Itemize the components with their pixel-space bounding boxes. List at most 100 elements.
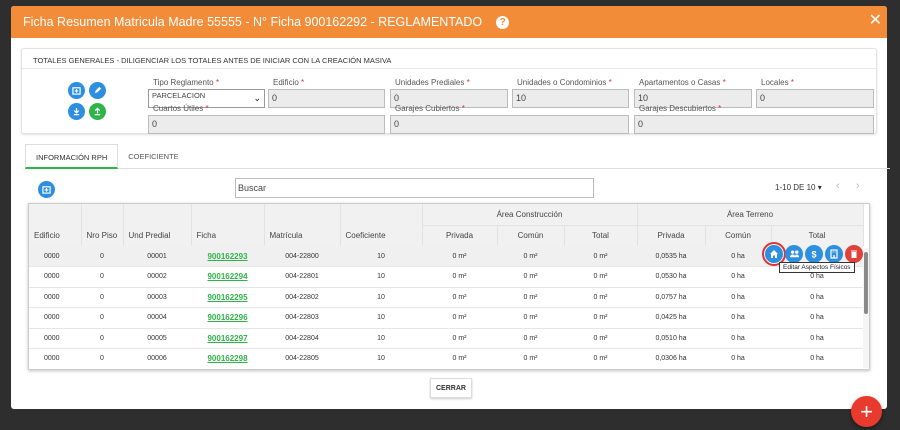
table-cell: 004-22800 [264, 246, 340, 267]
table-cell: 0 m² [422, 307, 497, 329]
table-cell: 0 m² [564, 348, 638, 369]
column-header[interactable]: Total [564, 225, 638, 246]
help-icon[interactable]: ? [496, 15, 510, 29]
table-cell: 0 m² [422, 328, 497, 349]
cuartos-utiles-input[interactable]: 0 [148, 115, 385, 134]
table-cell: 0000 [29, 348, 81, 369]
column-header[interactable]: Privada [637, 225, 706, 246]
ficha-link[interactable]: 900162294 [207, 272, 247, 281]
row-actions: $ [762, 242, 863, 266]
table-cell: 10 [340, 246, 422, 267]
garajes-descubiertos-input[interactable]: 0 [634, 115, 874, 134]
ficha-link[interactable]: 900162293 [207, 252, 247, 261]
building-icon[interactable] [825, 245, 843, 263]
table-cell: 0 ha [705, 246, 772, 267]
table-cell: 00001 [123, 246, 191, 267]
field-label: Locales [761, 78, 789, 87]
totals-card: TOTALES GENERALES - DILIGENCIAR LOS TOTA… [21, 48, 877, 134]
tab-coeficiente[interactable]: COEFICIENTE [118, 144, 188, 169]
column-header[interactable]: Edificio [29, 225, 82, 246]
required-mark: * [466, 78, 470, 87]
table-cell: 0000 [29, 328, 81, 349]
garajes-cubiertos-input[interactable]: 0 [390, 115, 629, 134]
ficha-link[interactable]: 900162296 [207, 313, 247, 322]
table-row[interactable]: 0000 0 00006 900162298 004-22805 10 0 m² 0 m² 0 … [29, 348, 864, 369]
table-cell: 0 m² [422, 266, 497, 288]
garajes-descubiertos-field: Garajes Descubiertos * 0 [634, 104, 874, 134]
download-icon[interactable] [68, 103, 85, 120]
table-row[interactable]: 0000 0 00005 900162297 004-22804 10 0 m² 0 m² 0 … [29, 328, 864, 349]
table-row[interactable]: 0000 0 00001 900162293 004-22800 10 0 m² 0 m² 0 … [29, 246, 864, 267]
edit-icon[interactable] [89, 82, 106, 99]
ficha-link[interactable]: 900162295 [207, 293, 247, 302]
table-cell: 0 ha [771, 328, 864, 349]
table-cell: 004-22803 [264, 307, 340, 329]
column-header[interactable]: Total [771, 225, 864, 246]
table-cell: 0 ha [771, 287, 864, 308]
dollar-icon[interactable]: $ [805, 245, 823, 263]
required-mark: * [301, 78, 305, 87]
table-cell: 0 m² [564, 266, 638, 288]
table-cell: 00002 [123, 266, 191, 288]
column-header[interactable]: Ficha [191, 225, 265, 246]
required-mark: * [790, 78, 794, 87]
home-icon[interactable] [762, 242, 786, 266]
select-value: PARCELACION [152, 91, 206, 100]
table-row[interactable]: 0000 0 00003 900162295 004-22802 10 0 m² 0 m² 0 … [29, 287, 864, 308]
table-cell: 004-22804 [264, 328, 340, 349]
column-header[interactable]: Und Predial [123, 225, 192, 246]
table-cell: 0,0510 ha [637, 328, 706, 349]
people-icon[interactable] [785, 245, 803, 263]
table-cell: 0 m² [564, 307, 638, 329]
ficha-link[interactable]: 900162298 [207, 354, 247, 363]
column-header[interactable]: Común [497, 225, 565, 246]
totals-heading: TOTALES GENERALES - DILIGENCIAR LOS TOTA… [22, 49, 876, 69]
table-cell: 10 [340, 266, 422, 288]
column-header[interactable]: Privada [422, 225, 498, 246]
table-cell: 900162295 [191, 287, 264, 308]
column-header[interactable]: Común [705, 225, 772, 246]
table-cell: 10 [340, 307, 422, 329]
action-tooltip: Editar Aspectos Físicos [779, 262, 855, 273]
add-icon[interactable] [68, 82, 85, 99]
next-page-icon[interactable]: › [856, 180, 860, 192]
tab-informacion-rph[interactable]: INFORMACIÓN RPH [25, 144, 119, 169]
table-cell: 0 m² [422, 348, 497, 369]
table-row[interactable]: 0000 0 00004 900162296 004-22803 10 0 m² 0 m² 0 … [29, 307, 864, 329]
field-label: Edificio [273, 78, 299, 87]
add-fab-button[interactable]: + [851, 396, 882, 427]
table-cell: 0 ha [705, 328, 772, 349]
table-cell: 0,0306 ha [637, 348, 706, 369]
trash-icon[interactable] [845, 245, 863, 263]
table-cell: 0 m² [564, 287, 638, 308]
table-cell: 0 m² [422, 246, 497, 267]
table-cell: 0,0757 ha [637, 287, 706, 308]
scrollbar-thumb[interactable] [864, 252, 868, 314]
table-cell: 0 [81, 246, 123, 267]
chevron-down-icon: ⌄ [253, 93, 261, 103]
table-cell: 004-22805 [264, 348, 340, 369]
table-cell: 0 ha [705, 348, 772, 369]
rph-table: Área Construcción Área Terreno Edificio N… [28, 203, 870, 370]
ficha-link[interactable]: 900162297 [207, 334, 247, 343]
column-header[interactable]: Nro Piso [81, 225, 124, 246]
table-cell: 004-22802 [264, 287, 340, 308]
table-row[interactable]: 0000 0 00002 900162294 004-22801 10 0 m² 0 m² 0 … [29, 266, 864, 288]
field-label: Garajes Cubiertos [395, 104, 460, 113]
upload-icon[interactable] [89, 103, 106, 120]
cerrar-button[interactable]: CERRAR [430, 378, 472, 398]
search-input[interactable]: Buscar [235, 178, 594, 198]
prev-page-icon[interactable]: ‹ [836, 180, 840, 192]
table-cell: 0,0425 ha [637, 307, 706, 329]
close-icon[interactable]: ✕ [869, 13, 882, 29]
pagination-info[interactable]: 1-10 DE 10 ▾ [775, 183, 822, 192]
column-header[interactable]: Coeficiente [340, 225, 423, 246]
table-cell: 0 ha [705, 266, 772, 288]
table-cell: 0 m² [497, 307, 564, 329]
table-cell: 0 ha [705, 287, 772, 308]
add-record-icon[interactable] [38, 181, 55, 198]
required-mark: * [718, 104, 722, 113]
table-cell: 0 ha [771, 307, 864, 329]
column-header[interactable]: Matrícula [264, 225, 341, 246]
table-cell: 0,0530 ha [637, 266, 706, 288]
